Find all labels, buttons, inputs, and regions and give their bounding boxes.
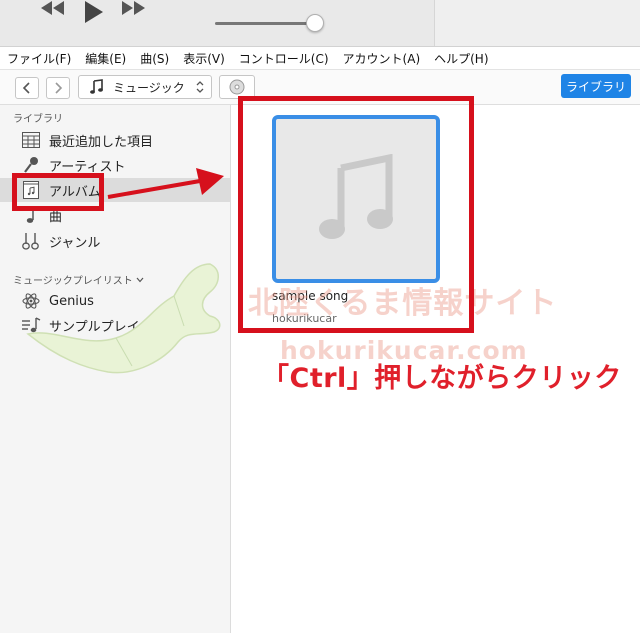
microphone-icon [20,156,42,174]
menu-account[interactable]: アカウント(A) [336,50,428,67]
annotation-highlight-albums [12,173,104,211]
chevron-right-icon [55,82,63,94]
library-section-header: ライブラリ [13,114,63,125]
menu-help[interactable]: ヘルプ(H) [427,50,495,67]
guitar-icon [20,232,42,250]
menu-song[interactable]: 曲(S) [133,50,176,67]
sidebar-item-label: ジャンル [49,235,101,251]
library-button[interactable]: ライブラリ [561,74,631,98]
menu-edit[interactable]: 編集(E) [78,50,133,67]
volume-knob[interactable] [306,14,324,32]
annotation-instruction: 「Ctrl」押しながらクリック [262,363,622,394]
annotation-highlight-album [238,96,474,333]
chevron-left-icon [22,82,30,94]
sidebar-item-genres[interactable]: ジャンル [0,229,230,253]
region-map-watermark [26,263,221,374]
volume-slider[interactable] [215,22,315,25]
menu-view[interactable]: 表示(V) [176,50,232,67]
fast-forward-icon [122,1,145,15]
menu-bar: ファイル(F) 編集(E) 曲(S) 表示(V) コントロール(C) アカウント… [0,47,640,70]
forward-button[interactable] [46,77,70,99]
annotation-arrow-icon [107,168,224,199]
media-type-label: ミュージック [113,80,185,95]
fast-forward-button[interactable] [120,0,150,20]
menu-controls[interactable]: コントロール(C) [232,50,336,67]
rewind-icon [41,1,64,15]
sidebar-item-label: 最近追加した項目 [49,134,154,150]
grid-icon [20,132,42,148]
music-note-icon [90,79,103,94]
play-icon [85,1,103,23]
menu-file[interactable]: ファイル(F) [0,50,78,67]
cd-icon [229,79,245,95]
back-button[interactable] [15,77,39,99]
updown-chevron-icon [196,81,204,93]
media-type-select[interactable]: ミュージック [78,75,212,99]
status-display [434,0,640,46]
sidebar-item-recently-added[interactable]: 最近追加した項目 [0,128,230,152]
rewind-button[interactable] [40,0,70,20]
play-button[interactable] [82,0,112,28]
